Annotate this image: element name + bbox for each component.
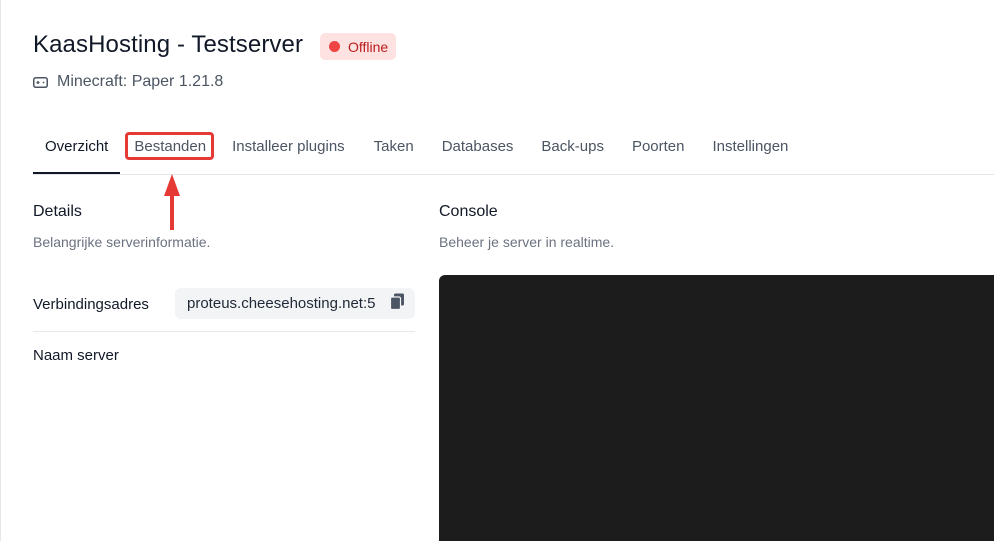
connection-address-field[interactable]: proteus.cheesehosting.net:5	[175, 288, 415, 319]
page-title: KaasHosting - Testserver	[33, 31, 304, 58]
details-description: Belangrijke serverinformatie.	[33, 234, 211, 250]
connection-address-value: proteus.cheesehosting.net:5	[187, 295, 376, 312]
annotation-highlight-box	[125, 132, 214, 160]
details-row-divider	[33, 331, 415, 332]
copy-icon[interactable]	[389, 293, 405, 315]
tab-back-ups[interactable]: Back-ups	[541, 128, 604, 174]
tab-overzicht[interactable]: Overzicht	[33, 128, 121, 174]
gamepad-icon	[33, 76, 48, 88]
status-badge: Offline	[320, 33, 397, 60]
tab-installeer-plugins[interactable]: Installeer plugins	[232, 128, 345, 174]
connection-address-label: Verbindingsadres	[33, 296, 149, 313]
annotation-arrow-up-icon	[160, 172, 184, 237]
page-left-border	[0, 0, 1, 541]
console-terminal[interactable]	[439, 275, 994, 541]
server-name-label: Naam server	[33, 347, 119, 364]
details-title: Details	[33, 203, 82, 220]
server-game-info: Minecraft: Paper 1.21.8	[33, 73, 223, 91]
tab-instellingen[interactable]: Instellingen	[713, 128, 789, 174]
tab-taken[interactable]: Taken	[374, 128, 414, 174]
game-info-text: Minecraft: Paper 1.21.8	[57, 73, 224, 90]
tab-poorten[interactable]: Poorten	[632, 128, 685, 174]
status-dot-icon	[329, 41, 340, 52]
status-label: Offline	[348, 38, 389, 55]
console-description: Beheer je server in realtime.	[439, 234, 615, 250]
console-title: Console	[439, 203, 498, 220]
tab-databases[interactable]: Databases	[442, 128, 514, 174]
